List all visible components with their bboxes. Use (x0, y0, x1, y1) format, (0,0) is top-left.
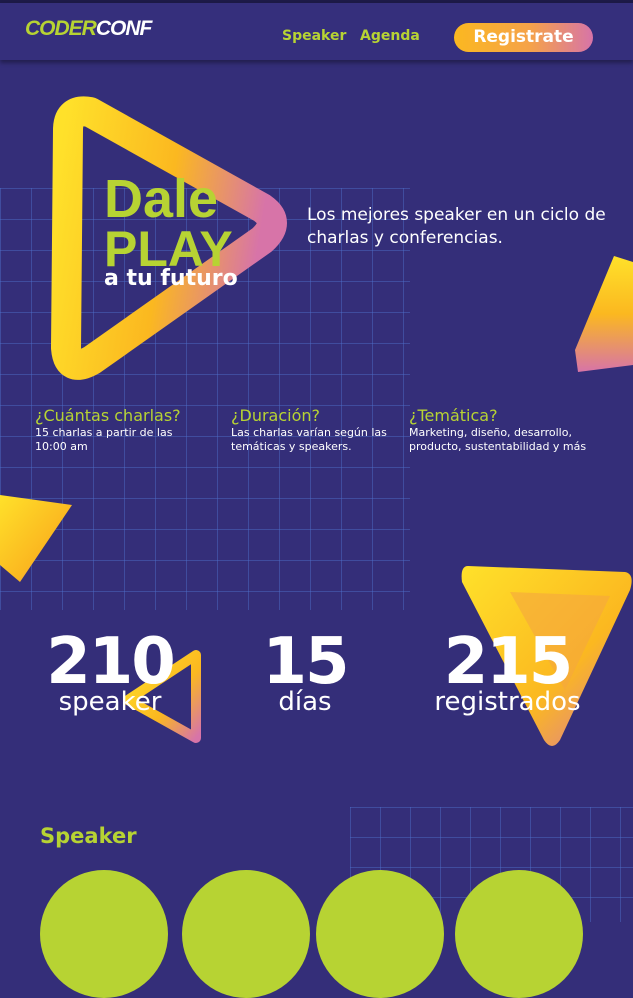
hero-tagline: Los mejores speaker en un ciclo de charl… (307, 205, 606, 248)
stat-registered: 215 registrados (420, 630, 595, 716)
logo-conf: CONF (95, 17, 152, 40)
navbar: CODERCONF Speaker Agenda Registrate (0, 3, 633, 60)
stat-number: 215 (443, 625, 574, 699)
hero-subtitle: a tu futuro (104, 266, 238, 291)
stat-days: 15 días (250, 630, 360, 716)
speaker-avatar[interactable] (182, 870, 310, 998)
stat-number: 210 (46, 625, 176, 699)
faq-answer: Marketing, diseño, desarrollo, producto,… (409, 426, 587, 453)
nav-link-speaker[interactable]: Speaker (282, 28, 346, 44)
faq-item: ¿Duración? Las charlas varían según las … (231, 406, 401, 454)
faq-question: ¿Duración? (231, 406, 320, 425)
nav-link-agenda[interactable]: Agenda (360, 28, 420, 44)
logo-coder: CODER (25, 17, 97, 40)
stat-speakers: 210 speaker (36, 630, 184, 716)
faq-answer: 15 charlas a partir de las 10:00 am (35, 426, 173, 453)
speaker-avatar[interactable] (40, 870, 168, 998)
speaker-avatar[interactable] (455, 870, 583, 998)
speakers-section-title: Speaker (40, 824, 137, 848)
faq-question: ¿Cuántas charlas? (35, 406, 181, 425)
decorative-shapes (0, 96, 633, 746)
faq-answer: Las charlas varían según las temáticas y… (231, 426, 387, 453)
faq-question: ¿Temática? (409, 406, 498, 425)
stat-number: 15 (262, 625, 349, 699)
logo[interactable]: CODERCONF (25, 17, 152, 41)
speaker-avatar[interactable] (316, 870, 444, 998)
triangle-left-icon (0, 495, 72, 582)
register-button[interactable]: Registrate (454, 23, 593, 52)
hero-title: Dale PLAY (104, 169, 233, 274)
stat-label: registrados (434, 687, 581, 717)
faq-item: ¿Temática? Marketing, diseño, desarrollo… (409, 406, 609, 454)
hero-title-line1: Dale (104, 169, 219, 229)
faq-item: ¿Cuántas charlas? 15 charlas a partir de… (35, 406, 195, 454)
triangle-right-icon (575, 256, 633, 372)
